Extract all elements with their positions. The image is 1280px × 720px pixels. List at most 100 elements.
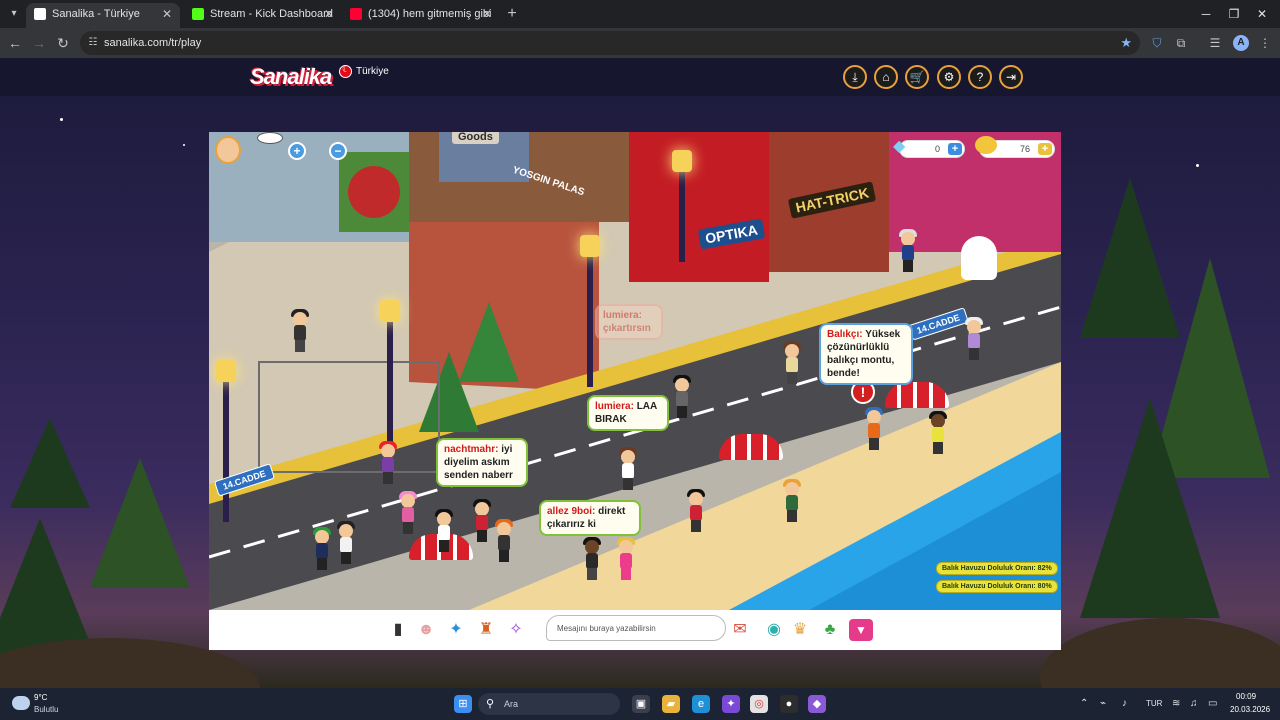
map-island-icon[interactable]: ♣ — [819, 619, 841, 641]
diamond-icon: ◆ — [893, 138, 906, 155]
wifi-icon[interactable]: ≋ — [1172, 695, 1180, 713]
avatar-character[interactable] — [783, 479, 801, 522]
beach-umbrella — [719, 434, 783, 460]
minimize-button[interactable]: ─ — [1194, 4, 1218, 24]
thought-bubble-icon[interactable] — [257, 132, 283, 144]
help-button[interactable]: ? — [968, 65, 992, 89]
avatar-character[interactable] — [865, 407, 883, 450]
avatar-character[interactable] — [291, 309, 309, 352]
obs-icon[interactable]: ● — [780, 695, 798, 713]
avatar-character[interactable] — [617, 537, 635, 580]
network-icon[interactable]: ⌁ — [1100, 695, 1106, 713]
pet-icon[interactable]: ◉ — [763, 619, 785, 641]
shield-extension-icon[interactable]: ⛉ — [1148, 34, 1166, 52]
task-view-icon[interactable]: ▣ — [632, 695, 650, 713]
avatar-character[interactable] — [783, 341, 801, 384]
file-explorer-icon[interactable]: ▰ — [662, 695, 680, 713]
reload-button[interactable]: ↻ — [53, 33, 73, 53]
gold-coin-icon — [975, 136, 997, 154]
avatar-character[interactable] — [583, 537, 601, 580]
battery-icon[interactable]: ▭ — [1208, 695, 1217, 713]
tab-youtube[interactable]: (1304) hem gitmemiş gibi hem ✕ — [342, 3, 500, 42]
avatar-character[interactable] — [673, 375, 691, 418]
url-text[interactable]: sanalika.com/tr/play — [104, 31, 201, 55]
chat-bubble-icon[interactable]: ✉ — [729, 619, 751, 641]
profile-avatar[interactable]: A — [1233, 35, 1249, 51]
add-diamond-button[interactable]: + — [948, 143, 962, 155]
beach-umbrella — [885, 382, 949, 408]
weather-condition[interactable]: Bulutlu — [34, 705, 58, 714]
clock-date[interactable]: 20.03.2026 — [1230, 705, 1270, 714]
forward-button[interactable]: → — [29, 33, 49, 53]
diamond-counter: 0 + — [899, 140, 965, 158]
chat-bubble-lumiera: lumiera: LAA BIRAK — [587, 395, 669, 431]
cloud-weather-icon[interactable] — [12, 696, 30, 710]
avatar-character[interactable] — [965, 317, 983, 360]
weather-temp[interactable]: 9°C — [34, 693, 47, 702]
copilot-icon[interactable]: ✦ — [722, 695, 740, 713]
back-button[interactable]: ← — [5, 33, 25, 53]
close-tab-icon[interactable]: ✕ — [324, 3, 334, 25]
clock-time[interactable]: 00:09 — [1236, 692, 1256, 701]
zoom-in-button[interactable]: + — [288, 142, 306, 160]
logout-button[interactable]: ⇥ — [999, 65, 1023, 89]
settings-button[interactable]: ⚙ — [937, 65, 961, 89]
tab-sanalika[interactable]: Sanalika - Türkiye ✕ — [26, 3, 180, 28]
tab-kick[interactable]: Stream - Kick Dashboard ✕ — [184, 3, 342, 28]
backpack-icon[interactable]: ♜ — [475, 619, 497, 641]
microphone-icon[interactable]: ♪ — [1122, 695, 1127, 713]
add-gold-button[interactable]: + — [1038, 143, 1052, 155]
phone-icon[interactable]: ▮ — [387, 619, 409, 641]
app-icon[interactable]: ◆ — [808, 695, 826, 713]
avatar-character[interactable] — [899, 229, 917, 272]
omnibox[interactable]: ☷ sanalika.com/tr/play ★ — [80, 31, 1140, 55]
extensions-icon[interactable]: ⧉ — [1172, 34, 1190, 52]
sanalika-logo[interactable]: Sanalika — [250, 64, 332, 90]
chat-bubble-faded: lumiera: çıkartırsın — [595, 304, 663, 340]
home-button[interactable]: ⌂ — [874, 65, 898, 89]
avatar-character[interactable] — [337, 521, 355, 564]
close-window-button[interactable]: ✕ — [1250, 4, 1274, 24]
edge-browser-icon[interactable]: e — [692, 695, 710, 713]
avatar-character[interactable] — [495, 519, 513, 562]
avatar-character[interactable] — [929, 411, 947, 454]
site-info-icon[interactable]: ☷ — [86, 36, 100, 50]
language-indicator[interactable]: TUR — [1146, 695, 1162, 713]
taskbar-search[interactable]: ⚲ Ara — [478, 693, 620, 715]
new-tab-button[interactable]: + — [504, 4, 520, 24]
avatar-character[interactable] — [399, 491, 417, 534]
avatar-character[interactable] — [435, 509, 453, 552]
player-avatar-icon[interactable] — [215, 136, 241, 164]
close-tab-icon[interactable]: ✕ — [482, 3, 492, 25]
zoom-out-button[interactable]: − — [329, 142, 347, 160]
sky-star — [1196, 164, 1199, 167]
vip-menu-icon[interactable]: ▼ — [849, 619, 873, 641]
avatar-character[interactable] — [379, 441, 397, 484]
browser-menu-icon[interactable]: ⋮ — [1256, 34, 1274, 52]
tray-overflow-icon[interactable]: ⌃ — [1080, 695, 1088, 713]
action-icon[interactable]: ✧ — [505, 619, 527, 641]
restore-button[interactable]: ❐ — [1222, 4, 1246, 24]
sky-star — [183, 144, 185, 146]
avatar-character[interactable] — [313, 527, 331, 570]
reading-list-icon[interactable]: ☰ — [1206, 34, 1224, 52]
start-windows-icon[interactable]: ⊞ — [454, 695, 472, 713]
dance-icon[interactable]: ✦ — [445, 619, 467, 641]
cart-button[interactable]: 🛒 — [905, 65, 929, 89]
chat-input[interactable] — [546, 615, 726, 641]
avatar-character[interactable] — [473, 499, 491, 542]
bookmark-star-icon[interactable]: ★ — [1120, 31, 1132, 55]
volume-icon[interactable]: ♫ — [1190, 695, 1198, 713]
avatar-character[interactable] — [619, 447, 637, 490]
chrome-icon[interactable]: ◎ — [750, 695, 768, 713]
tab-search-icon[interactable]: ▾ — [6, 6, 22, 22]
download-button[interactable]: ⤓ — [843, 65, 867, 89]
avatar-character[interactable] — [687, 489, 705, 532]
hill — [1040, 618, 1280, 688]
close-tab-icon[interactable]: ✕ — [162, 3, 172, 25]
ghost-npc[interactable] — [961, 236, 997, 280]
game-toolbar: ▮ ☻ ✦ ♜ ✧ ✉ ◉ ♛ ♣ ▼ — [209, 610, 1061, 650]
trophy-icon[interactable]: ♛ — [789, 619, 811, 641]
game-viewport[interactable]: Goods YOSGIN PALAS OPTIKA HAT-TRICK 14.C… — [209, 132, 1061, 610]
emotes-icon[interactable]: ☻ — [415, 619, 437, 641]
